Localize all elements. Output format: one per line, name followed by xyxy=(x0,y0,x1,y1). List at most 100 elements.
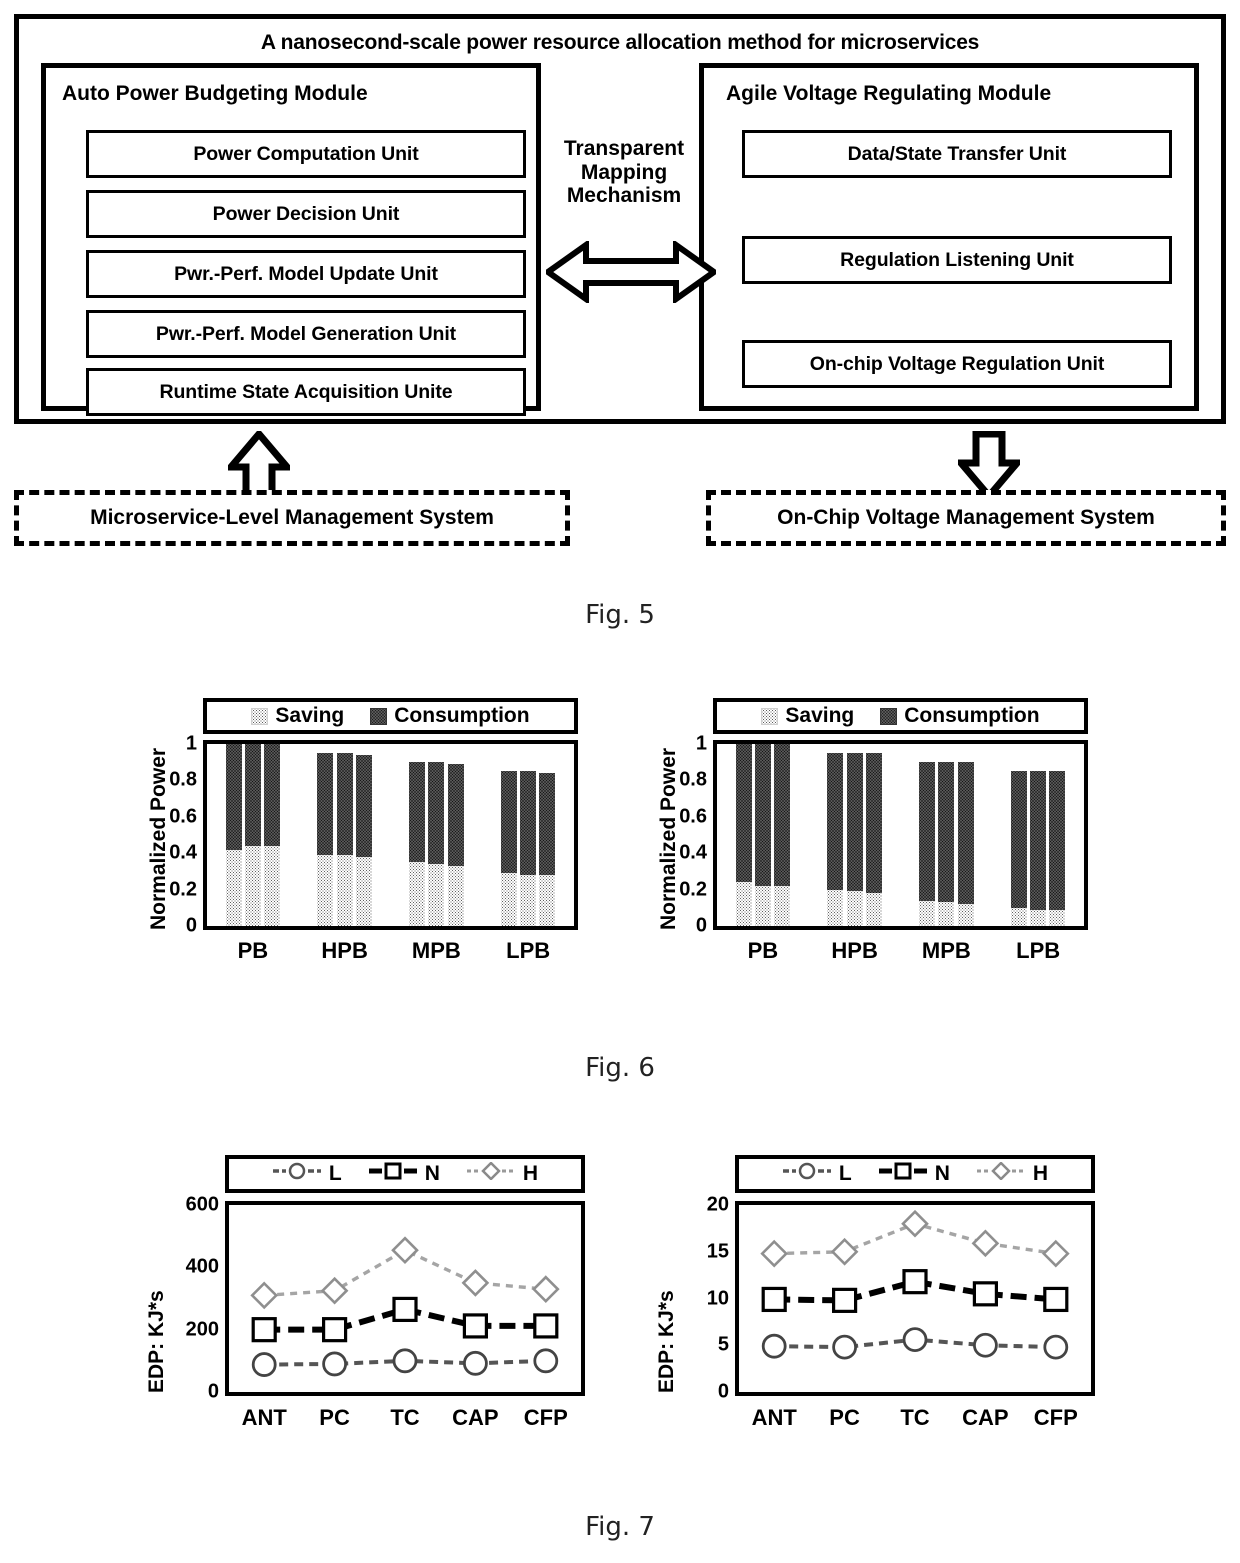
bar-segment-consumption xyxy=(520,771,537,876)
y-axis-tick: 20 xyxy=(706,1193,729,1216)
legend-label-n: N xyxy=(934,1162,950,1185)
data-point-H xyxy=(250,1281,279,1310)
bar-segment-consumption xyxy=(447,764,464,866)
fig7-left-plot-area xyxy=(225,1201,585,1396)
x-axis-tick: LPB xyxy=(506,938,551,963)
legend-label-consumption: Consumption xyxy=(904,704,1040,727)
y-axis-tick: 400 xyxy=(185,1255,219,1278)
bar-segment-saving xyxy=(447,865,464,926)
stacked-bar xyxy=(244,744,261,926)
y-axis-tick: 10 xyxy=(706,1287,729,1309)
bar-segment-consumption xyxy=(500,771,517,874)
x-axis-tick: MPB xyxy=(411,938,461,963)
y-axis-tick: 0 xyxy=(695,914,707,937)
data-point-H xyxy=(531,1275,560,1303)
data-point-H xyxy=(1041,1239,1070,1268)
y-axis-tick: 0.8 xyxy=(169,768,197,791)
legend-entry-consumption: Consumption xyxy=(880,704,1040,728)
data-point-N xyxy=(462,1313,488,1339)
bar-segment-saving xyxy=(409,862,426,926)
bar-segment-consumption xyxy=(539,773,556,876)
y-axis-tick: 0.2 xyxy=(679,878,707,901)
legend-entry-h: H xyxy=(976,1161,1049,1186)
data-point-L xyxy=(533,1348,559,1374)
square-marker-icon xyxy=(878,1162,928,1186)
mapping-line-3: Mechanism xyxy=(566,184,682,208)
unit-model-generation: Pwr.-Perf. Model Generation Unit xyxy=(86,310,526,358)
stacked-bar xyxy=(428,762,445,926)
stacked-bar xyxy=(938,762,955,926)
y-axis-tick: 0.6 xyxy=(679,805,707,828)
bar-segment-saving xyxy=(774,885,791,926)
fig7-left-legend: L N H xyxy=(225,1155,585,1193)
data-point-H xyxy=(901,1209,929,1238)
fig7-left-ylabel: EDP: KJ*s xyxy=(145,1290,168,1393)
stacked-bar xyxy=(1030,771,1047,926)
bar-segment-saving xyxy=(244,845,261,926)
bar-segment-consumption xyxy=(774,744,791,886)
bar-segment-saving xyxy=(846,891,863,926)
agile-voltage-regulating-module: Agile Voltage Regulating Module Data/Sta… xyxy=(699,63,1199,411)
stacked-bar xyxy=(774,744,791,926)
y-axis-tick: 0.4 xyxy=(169,841,197,864)
auto-power-budgeting-module: Auto Power Budgeting Module Power Comput… xyxy=(41,63,541,416)
bar-segment-consumption xyxy=(735,744,752,883)
bar-segment-consumption xyxy=(244,744,261,846)
circle-marker-icon xyxy=(782,1162,832,1186)
bar-segment-saving xyxy=(938,902,955,926)
data-point-N xyxy=(251,1317,277,1343)
data-point-N xyxy=(533,1313,559,1339)
stacked-bar xyxy=(1049,771,1066,926)
fig7-left-chart: EDP: KJ*s L N H 600 400 200 0 ANT PC TC … xyxy=(125,1155,615,1440)
stacked-bar xyxy=(520,771,537,926)
figure-page: A nanosecond-scale power resource alloca… xyxy=(0,0,1240,1563)
y-axis-tick: 600 xyxy=(185,1193,219,1216)
fig6-caption: Fig. 6 xyxy=(585,1053,655,1083)
fig6-right-legend: Saving Consumption xyxy=(713,698,1088,734)
y-axis-tick: 1 xyxy=(185,732,197,755)
diamond-marker-icon xyxy=(466,1161,516,1186)
y-axis-tick: 0 xyxy=(717,1380,729,1403)
data-point-N xyxy=(392,1296,418,1323)
unit-onchip-voltage-regulation: On-chip Voltage Regulation Unit xyxy=(742,340,1172,388)
stacked-bar xyxy=(317,753,334,926)
x-axis-tick: LPB xyxy=(1016,938,1061,963)
bar-segment-consumption xyxy=(264,744,281,846)
stacked-bar xyxy=(447,764,464,926)
unit-data-state-transfer: Data/State Transfer Unit xyxy=(742,130,1172,178)
data-point-N xyxy=(831,1287,858,1313)
transparent-mapping-mechanism-label: Transparent Mapping Mechanism xyxy=(549,137,699,208)
bar-segment-consumption xyxy=(865,753,882,894)
line-series-canvas xyxy=(250,1236,560,1377)
consumption-swatch-icon xyxy=(370,707,388,725)
bar-segment-consumption xyxy=(317,753,334,856)
bar-segment-saving xyxy=(754,885,771,926)
module-title-right: Agile Voltage Regulating Module xyxy=(726,82,1052,105)
x-axis-tick: HPB xyxy=(321,938,368,963)
bar-segment-consumption xyxy=(428,762,445,865)
x-axis-tick: HPB xyxy=(831,938,878,963)
bar-segment-consumption xyxy=(1030,771,1047,910)
bar-segment-saving xyxy=(520,875,537,926)
y-axis-tick: 0.4 xyxy=(679,841,707,864)
stacked-bar xyxy=(1010,771,1027,926)
y-axis-tick: 200 xyxy=(185,1318,219,1341)
fig6-left-chart: Normalized Power Saving Consumption 1 0.8… xyxy=(125,698,615,968)
stacked-bar xyxy=(754,744,771,926)
bar-segment-saving xyxy=(1030,909,1047,926)
y-axis-tick: 1 xyxy=(695,732,707,755)
bidirectional-arrow-icon xyxy=(542,239,720,305)
data-point-N xyxy=(972,1281,998,1307)
fig7-right-legend: L N H xyxy=(735,1155,1095,1193)
data-point-L xyxy=(761,1333,787,1359)
legend-entry-l: L xyxy=(782,1162,852,1186)
data-point-H xyxy=(461,1269,490,1297)
legend-label-h: H xyxy=(1032,1162,1049,1185)
data-point-H xyxy=(320,1276,349,1305)
legend-label-l: L xyxy=(838,1162,852,1185)
legend-label-h: H xyxy=(522,1162,539,1185)
y-axis-tick: 15 xyxy=(706,1240,729,1263)
mapping-line-2: Mapping xyxy=(580,160,668,184)
consumption-swatch-icon xyxy=(880,707,898,725)
legend-entry-consumption: Consumption xyxy=(370,704,530,728)
